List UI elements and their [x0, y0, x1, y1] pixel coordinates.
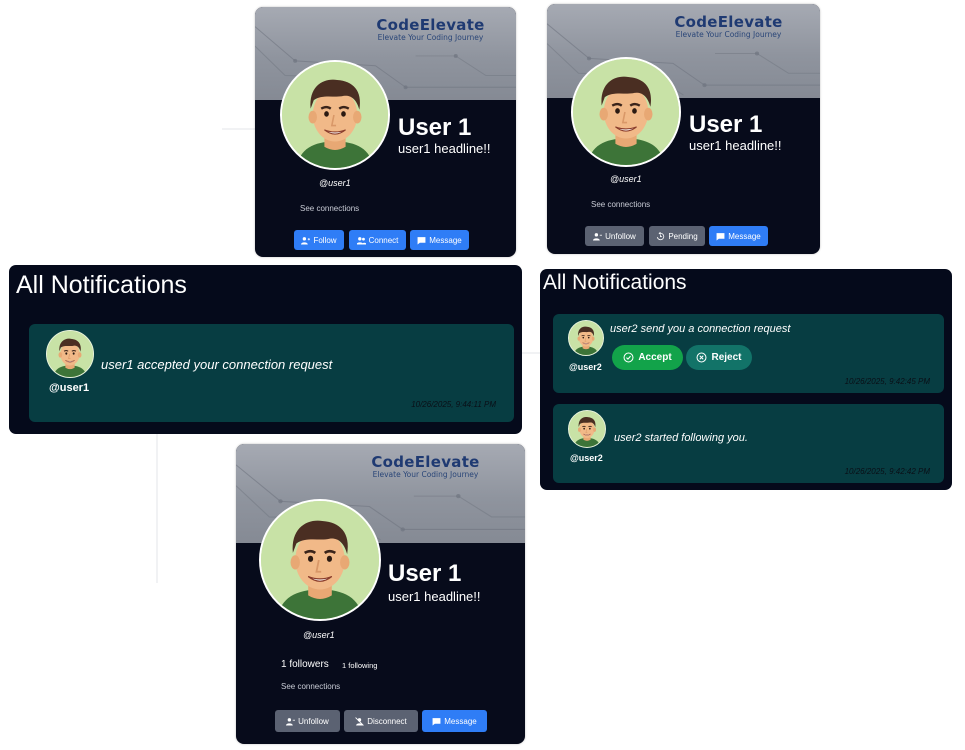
unfollow-button[interactable]: Unfollow	[275, 710, 340, 732]
profile-handle: @user1	[319, 178, 351, 188]
user-minus-icon	[286, 717, 295, 726]
notifications-title: All Notifications	[16, 271, 187, 299]
profile-handle: @user1	[303, 630, 335, 640]
notification-timestamp: 10/26/2025, 9:42:42 PM	[844, 467, 930, 476]
reject-button[interactable]: Reject	[686, 345, 752, 370]
reject-button-label: Reject	[711, 352, 742, 363]
notification-item[interactable]: @user1 user1 accepted your connection re…	[29, 324, 514, 422]
message-button-label: Message	[429, 235, 462, 245]
profile-card-pending: CodeElevate Elevate Your Coding Journey …	[547, 4, 820, 254]
profile-headline: user1 headline!!	[398, 141, 491, 156]
notification-user-handle[interactable]: @user2	[569, 362, 602, 372]
accept-button-label: Accept	[638, 352, 672, 363]
brand-tagline: Elevate Your Coding Journey	[377, 33, 484, 42]
check-circle-icon	[623, 352, 634, 363]
avatar-icon	[261, 501, 379, 619]
pending-button[interactable]: Pending	[649, 226, 705, 246]
avatar-icon	[282, 62, 388, 168]
avatar-icon	[573, 59, 679, 165]
follow-button[interactable]: Follow	[294, 230, 344, 250]
brand-name: CodeElevate	[674, 13, 783, 31]
notification-user-handle[interactable]: @user2	[570, 453, 603, 463]
message-button-label: Message	[444, 716, 477, 726]
following-count[interactable]: 1 following	[342, 661, 377, 670]
profile-headline: user1 headline!!	[388, 589, 481, 604]
notifications-panel: All Notifications @user2 user2 send you …	[540, 269, 952, 490]
connect-button[interactable]: Connect	[349, 230, 406, 250]
user-minus-icon	[593, 232, 602, 241]
profile-card-follow: CodeElevate Elevate Your Coding Journey …	[255, 7, 516, 257]
unfollow-button-label: Unfollow	[298, 716, 329, 726]
profile-avatar[interactable]	[259, 499, 381, 621]
brand-name: CodeElevate	[376, 16, 485, 34]
avatar-icon	[569, 321, 603, 355]
notification-avatar[interactable]	[46, 330, 94, 378]
notification-item[interactable]: @user2 user2 started following you. 10/2…	[553, 404, 944, 483]
profile-avatar[interactable]	[571, 57, 681, 167]
notifications-title: All Notifications	[543, 271, 687, 294]
disconnect-button-label: Disconnect	[367, 716, 407, 726]
disconnect-button[interactable]: Disconnect	[344, 710, 418, 732]
notification-message: user2 started following you.	[614, 432, 748, 444]
history-icon	[656, 232, 665, 241]
notification-user-handle[interactable]: @user1	[49, 382, 89, 394]
profile-card-connected: CodeElevate Elevate Your Coding Journey …	[236, 444, 525, 744]
chat-icon	[417, 236, 426, 245]
unfollow-button-label: Unfollow	[605, 231, 636, 241]
notification-avatar[interactable]	[568, 410, 606, 448]
message-button[interactable]: Message	[410, 230, 469, 250]
see-connections-link[interactable]: See connections	[281, 682, 340, 691]
user-plus-icon	[301, 236, 310, 245]
chat-icon	[432, 717, 441, 726]
brand-tagline: Elevate Your Coding Journey	[372, 470, 479, 479]
x-circle-icon	[697, 352, 707, 363]
message-button-label: Message	[728, 231, 761, 241]
unfollow-button[interactable]: Unfollow	[585, 226, 644, 246]
brand-tagline: Elevate Your Coding Journey	[675, 30, 782, 39]
profile-headline: user1 headline!!	[689, 138, 782, 153]
notification-item[interactable]: @user2 user2 send you a connection reque…	[553, 314, 944, 393]
message-button[interactable]: Message	[422, 710, 487, 732]
brand-name: CodeElevate	[371, 453, 480, 471]
avatar-icon	[47, 331, 93, 377]
user-slash-icon	[355, 717, 364, 726]
chat-icon	[716, 232, 725, 241]
notification-message: user2 send you a connection request	[610, 323, 791, 335]
notification-message: user1 accepted your connection request	[101, 357, 333, 372]
connect-button-label: Connect	[368, 235, 399, 245]
profile-avatar[interactable]	[280, 60, 390, 170]
see-connections-link[interactable]: See connections	[591, 200, 650, 209]
notification-avatar[interactable]	[568, 320, 604, 356]
notifications-panel: All Notifications @user1 user1 accepted …	[9, 265, 522, 434]
background-divider	[156, 433, 158, 583]
notification-timestamp: 10/26/2025, 9:44:11 PM	[411, 400, 496, 409]
notification-timestamp: 10/26/2025, 9:42:45 PM	[844, 377, 930, 386]
message-button[interactable]: Message	[709, 226, 768, 246]
accept-button[interactable]: Accept	[612, 345, 683, 370]
profile-name: User 1	[388, 560, 462, 587]
pending-button-label: Pending	[668, 231, 698, 241]
profile-name: User 1	[689, 111, 763, 138]
background-divider	[522, 352, 542, 354]
follow-button-label: Follow	[313, 235, 337, 245]
see-connections-link[interactable]: See connections	[300, 204, 359, 213]
profile-handle: @user1	[610, 174, 642, 184]
followers-count[interactable]: 1 followers	[281, 659, 329, 670]
avatar-icon	[569, 411, 605, 447]
profile-name: User 1	[398, 114, 472, 141]
users-icon	[357, 236, 366, 245]
background-divider	[222, 128, 257, 130]
